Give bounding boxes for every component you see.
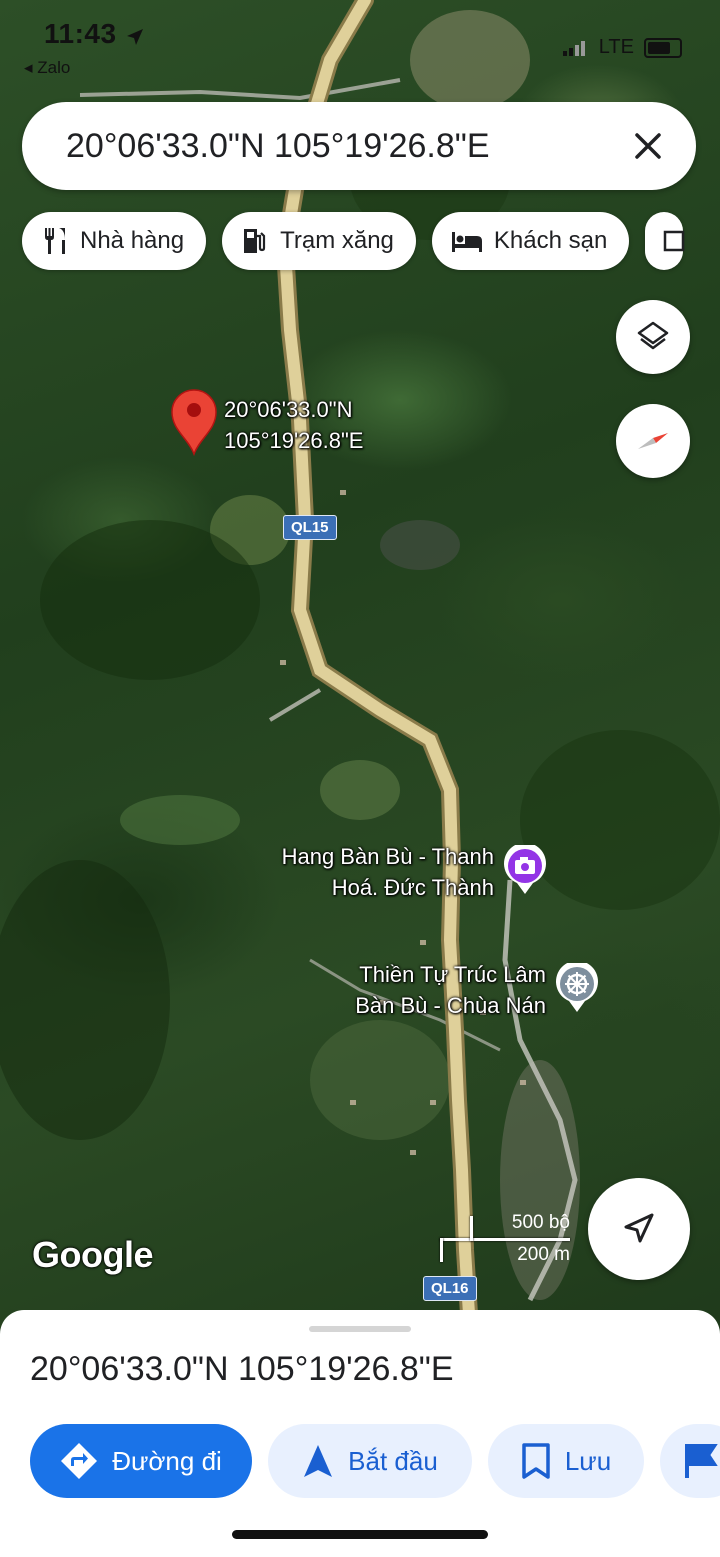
chip-hotels[interactable]: Khách sạn xyxy=(431,212,630,270)
start-label: Bắt đầu xyxy=(348,1445,438,1476)
place-label-cave[interactable]: Hang Bàn Bù - Thanh Hoá. Đức Thành xyxy=(252,841,494,903)
compass-icon xyxy=(638,433,668,449)
action-row: Đường đi Bắt đầu Lưu xyxy=(30,1424,720,1498)
chip-gas-stations[interactable]: Trạm xăng xyxy=(222,212,416,270)
my-location-button[interactable] xyxy=(588,1178,690,1280)
save-button[interactable]: Lưu xyxy=(488,1424,644,1498)
directions-icon xyxy=(61,1443,98,1479)
layers-button[interactable] xyxy=(616,300,690,374)
chip-more[interactable] xyxy=(645,212,685,270)
category-chips: Nhà hàng Trạm xăng Khách sạn xyxy=(22,212,685,270)
place-label-line2: Hoá. Đức Thành xyxy=(331,875,494,900)
place-label-line2: Bàn Bù - Chùa Nán xyxy=(355,993,546,1018)
place-label-temple[interactable]: Thiền Tự Trúc Lâm Bàn Bù - Chùa Nán xyxy=(300,959,546,1021)
status-bar: 11:43 ◂ Zalo LTE xyxy=(0,14,720,77)
pin-label[interactable]: 20°06'33.0"N 105°19'26.8"E xyxy=(224,394,363,456)
network-type: LTE xyxy=(598,36,634,58)
road-shield-ql15: QL15 xyxy=(283,515,337,540)
shopping-icon xyxy=(664,230,685,252)
satellite-terrain xyxy=(0,0,720,1330)
flag-icon xyxy=(685,1444,718,1478)
compass-button[interactable] xyxy=(616,404,690,478)
label-button[interactable] xyxy=(660,1424,720,1498)
map-view[interactable] xyxy=(0,0,720,1330)
location-arrow-icon xyxy=(127,29,143,45)
restaurant-icon xyxy=(45,228,65,254)
hotel-icon xyxy=(451,232,482,252)
camera-icon[interactable] xyxy=(503,845,547,895)
dropped-pin-icon[interactable] xyxy=(170,388,218,456)
chip-label: Khách sạn xyxy=(493,227,608,254)
chip-restaurants[interactable]: Nhà hàng xyxy=(22,212,207,270)
place-label-line1: Thiền Tự Trúc Lâm xyxy=(359,962,546,987)
search-bar[interactable]: 20°06'33.0"N 105°19'26.8"E xyxy=(22,102,696,190)
navigation-arrow-icon xyxy=(624,1213,654,1243)
navigation-icon xyxy=(304,1445,333,1477)
road-shield-ql16: QL16 xyxy=(423,1276,477,1301)
home-indicator[interactable] xyxy=(232,1530,488,1539)
clock: 11:43 xyxy=(44,18,117,49)
chip-label: Trạm xăng xyxy=(280,227,394,254)
pin-label-line1: 20°06'33.0"N xyxy=(224,397,353,422)
place-title: 20°06'33.0"N 105°19'26.8"E xyxy=(30,1350,454,1388)
map-scale: 500 bộ 200 m xyxy=(440,1212,570,1268)
directions-button[interactable]: Đường đi xyxy=(30,1424,252,1498)
place-label-line1: Hang Bàn Bù - Thanh xyxy=(281,844,494,869)
gas-station-icon xyxy=(244,229,266,253)
save-label: Lưu xyxy=(564,1445,612,1476)
directions-label: Đường đi xyxy=(112,1445,222,1476)
pin-label-line2: 105°19'26.8"E xyxy=(224,428,364,453)
status-right: LTE xyxy=(562,36,682,59)
search-query[interactable]: 20°06'33.0"N 105°19'26.8"E xyxy=(66,127,490,166)
layers-icon xyxy=(637,321,669,350)
signal-icon xyxy=(562,40,585,56)
drag-handle[interactable] xyxy=(309,1326,411,1332)
dharma-wheel-icon[interactable] xyxy=(555,963,599,1013)
start-button[interactable]: Bắt đầu xyxy=(268,1424,472,1498)
back-to-app-link[interactable]: ◂ Zalo xyxy=(24,58,70,78)
bottom-sheet[interactable]: 20°06'33.0"N 105°19'26.8"E Đường đi Bắt … xyxy=(0,1310,720,1557)
chip-label: Nhà hàng xyxy=(80,227,185,254)
google-logo: Google xyxy=(32,1234,154,1275)
bookmark-icon xyxy=(522,1443,550,1479)
scale-metric: 200 m xyxy=(517,1244,570,1265)
battery-icon xyxy=(644,37,682,58)
close-icon[interactable] xyxy=(626,124,670,168)
scale-imperial: 500 bộ xyxy=(511,1212,570,1233)
